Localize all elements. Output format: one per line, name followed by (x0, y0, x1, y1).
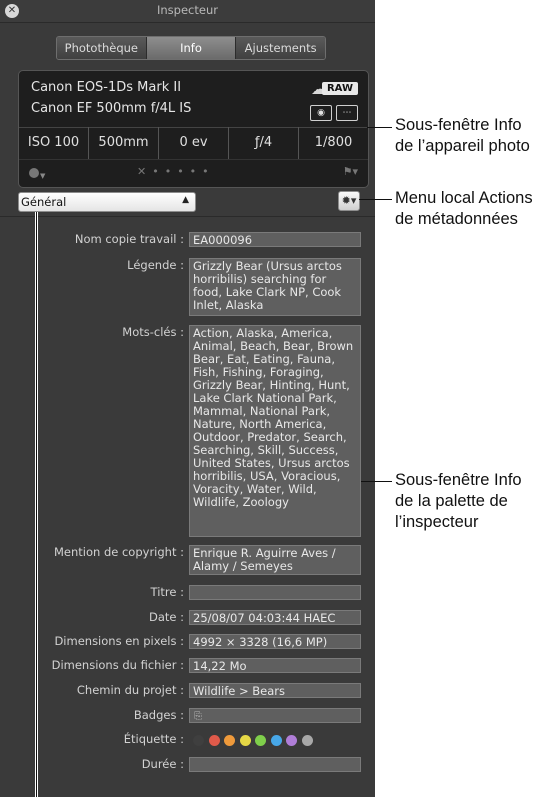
rating-dots-icon[interactable]: ✕••••• (137, 165, 215, 178)
rating-row: ▼ ✕••••• ⚑▾ (19, 159, 368, 188)
keywords-field[interactable]: Action, Alaska, America, Animal, Beach, … (189, 325, 361, 537)
date-label: Date : (148, 610, 184, 624)
color-label-swatch[interactable] (286, 735, 297, 746)
metadata-view-value: Général (21, 195, 67, 209)
title-bar: ✕ Inspecteur (0, 0, 375, 23)
duration-field[interactable] (189, 757, 361, 772)
exposure-bias-value: 0 ev (159, 127, 229, 159)
shutter-value: 1/800 (314, 135, 353, 150)
file-size-label: Dimensions du fichier : (51, 658, 184, 672)
flag-icon[interactable]: ⚑▾ (343, 165, 358, 178)
camera-lens: Canon EF 500mm f/4L IS (31, 101, 192, 116)
color-label-swatch[interactable] (255, 735, 266, 746)
tab-library[interactable]: Photothèque (57, 37, 147, 59)
metadata-actions-gear-button[interactable]: ✹▾ (338, 191, 360, 211)
duration-label: Durée : (141, 757, 184, 771)
badges-label: Badges : (133, 708, 184, 722)
project-path-label: Chemin du projet : (76, 683, 184, 697)
exposure-row: ISO 100 500mm 0 ev ƒ/4 1/800 (19, 127, 368, 159)
caption-field[interactable]: Grizzly Bear (Ursus arctos horribilis) s… (189, 258, 361, 316)
updown-arrow-icon: ▲ (182, 195, 189, 205)
iso-value: ISO 100 (19, 127, 89, 159)
work-name-field[interactable]: EA000096 (189, 232, 361, 247)
tab-info[interactable]: Info (146, 37, 237, 59)
window-title: Inspecteur (157, 3, 218, 17)
callout-line-palette (361, 481, 392, 482)
caption-label: Légende : (127, 258, 184, 272)
callout-actions-menu: Menu local Actions de métadonnées (395, 189, 533, 228)
focal-length-value: 500mm (89, 127, 159, 159)
metering-icon: ◉ (310, 105, 332, 121)
file-size-field: 14,22 Mo (189, 658, 361, 673)
camera-info-pane: Canon EOS-1Ds Mark II Canon EF 500mm f/4… (18, 70, 369, 188)
callout-vertical-line (35, 212, 38, 797)
aperture-value: ƒ/4 (229, 127, 299, 159)
callout-camera-pane: Sous-fenêtre Info de l’appareil photo (395, 116, 530, 155)
callout-line-camera (367, 127, 392, 128)
metadata-view-select[interactable]: Général ▲ (18, 192, 196, 212)
callout-palette-pane: Sous-fenêtre Info de la palette de l’ins… (395, 471, 522, 531)
color-label-swatch[interactable] (270, 735, 282, 746)
color-label-swatch[interactable] (301, 735, 313, 746)
color-label-swatch[interactable] (239, 735, 251, 746)
focus-points-icon: ⋯ (336, 105, 358, 121)
copyright-field[interactable]: Enrique R. Aguirre Aves / Alamy / Semeye… (189, 545, 361, 575)
color-label-swatch[interactable] (193, 735, 204, 746)
badge-icon: ⎘ (194, 711, 202, 722)
color-label-swatch[interactable] (224, 735, 235, 746)
callout-line-actions (359, 199, 392, 200)
color-label-icon[interactable] (29, 168, 39, 178)
pixel-dimensions-label: Dimensions en pixels : (54, 634, 184, 648)
date-field: 25/08/07 04:03:44 HAEC (189, 610, 361, 625)
keywords-label: Mots-clés : (122, 325, 184, 339)
work-name-label: Nom copie travail : (74, 232, 184, 246)
tab-bar: Photothèque Info Ajustements (56, 36, 326, 60)
project-path-field: Wildlife > Bears (189, 683, 361, 698)
copyright-label: Mention de copyright : (53, 545, 184, 559)
inspector-panel: ✕ Inspecteur Photothèque Info Ajustement… (0, 0, 375, 797)
color-label-label: Étiquette : (123, 732, 184, 746)
camera-model: Canon EOS-1Ds Mark II (31, 80, 182, 95)
pixel-dimensions-field: 4992 × 3328 (16,6 MP) (189, 634, 361, 649)
tab-adjustments[interactable]: Ajustements (236, 37, 325, 59)
raw-badge: RAW (321, 82, 358, 95)
badges-field: ⎘ (189, 708, 361, 723)
title-label: Titre : (150, 585, 184, 599)
chevron-down-icon: ▼ (40, 172, 46, 180)
title-field[interactable] (189, 585, 361, 600)
color-label-swatch[interactable] (208, 735, 220, 746)
